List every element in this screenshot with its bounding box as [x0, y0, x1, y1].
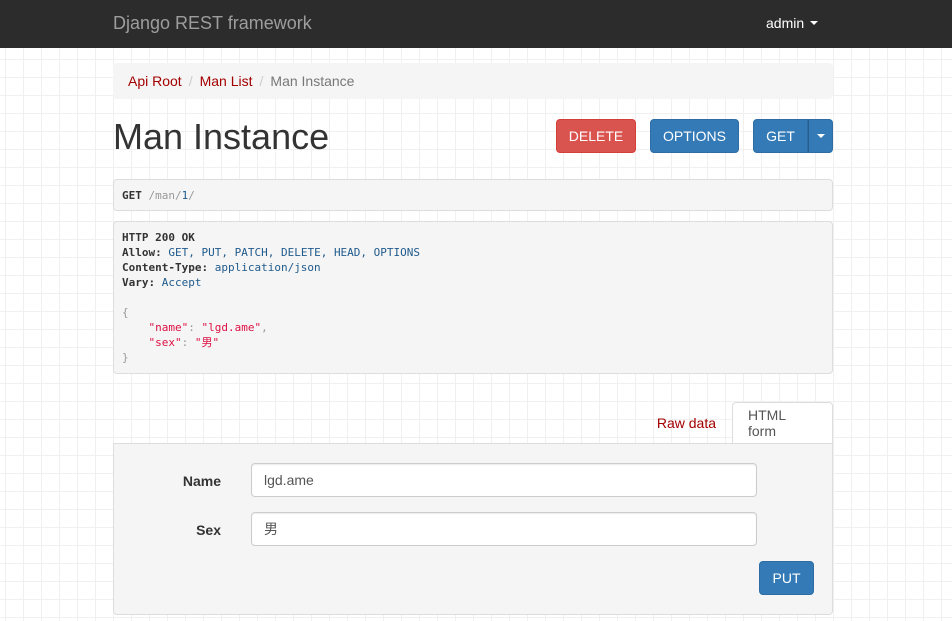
brand-link[interactable]: Django REST framework [113, 13, 312, 34]
html-form-panel: Name Sex PUT [113, 443, 833, 615]
json-open-brace: { [122, 306, 129, 319]
path-segment: man [155, 189, 175, 202]
json-key: "name" [148, 321, 189, 334]
delete-button[interactable]: DELETE [556, 119, 636, 153]
tab-raw-data[interactable]: Raw data [642, 402, 731, 444]
header-name: Vary: [122, 276, 156, 289]
request-method: GET [122, 189, 142, 202]
json-comma: , [261, 321, 268, 334]
request-info: GET /man/1/ [113, 179, 833, 211]
breadcrumb-separator: / [188, 73, 193, 89]
json-key: "sex" [148, 336, 182, 349]
get-button-group: GET [753, 119, 833, 153]
form-tabs: Raw data HTML form [113, 402, 833, 444]
caret-down-icon [810, 21, 819, 25]
user-name: admin [766, 15, 805, 31]
path-sep: / [175, 189, 182, 202]
caret-down-icon [816, 134, 825, 138]
options-button[interactable]: OPTIONS [650, 119, 739, 153]
page-title: Man Instance [113, 116, 330, 157]
json-value: "男" [194, 336, 220, 349]
breadcrumb-separator: / [259, 73, 264, 89]
response-info: HTTP 200 OK Allow: GET, PUT, PATCH, DELE… [113, 221, 833, 374]
status-line: HTTP 200 OK [122, 231, 195, 244]
breadcrumb-api-root[interactable]: Api Root [128, 73, 182, 89]
breadcrumb-current: Man Instance [270, 73, 355, 89]
json-close-brace: } [122, 351, 129, 364]
sex-input[interactable] [251, 512, 757, 546]
breadcrumb-man-list[interactable]: Man List [200, 73, 253, 89]
put-button[interactable]: PUT [759, 561, 814, 595]
user-menu[interactable]: admin [766, 15, 819, 31]
path-sep: / [188, 189, 195, 202]
get-button[interactable]: GET [753, 119, 808, 153]
header-name: Allow: [122, 246, 162, 259]
name-label: Name [182, 473, 221, 489]
header-name: Content-Type: [122, 261, 209, 274]
tab-html-form[interactable]: HTML form [732, 402, 833, 444]
breadcrumb: Api Root / Man List / Man Instance [113, 63, 833, 99]
header-value: GET, PUT, PATCH, DELETE, HEAD, OPTIONS [168, 246, 421, 259]
get-format-dropdown[interactable] [808, 119, 833, 153]
name-input[interactable] [251, 463, 757, 497]
navbar: Django REST framework admin [0, 0, 952, 48]
sex-label: Sex [196, 522, 221, 538]
header-value: Accept [161, 276, 202, 289]
json-value: "lgd.ame" [201, 321, 262, 334]
header-value: application/json [214, 261, 321, 274]
